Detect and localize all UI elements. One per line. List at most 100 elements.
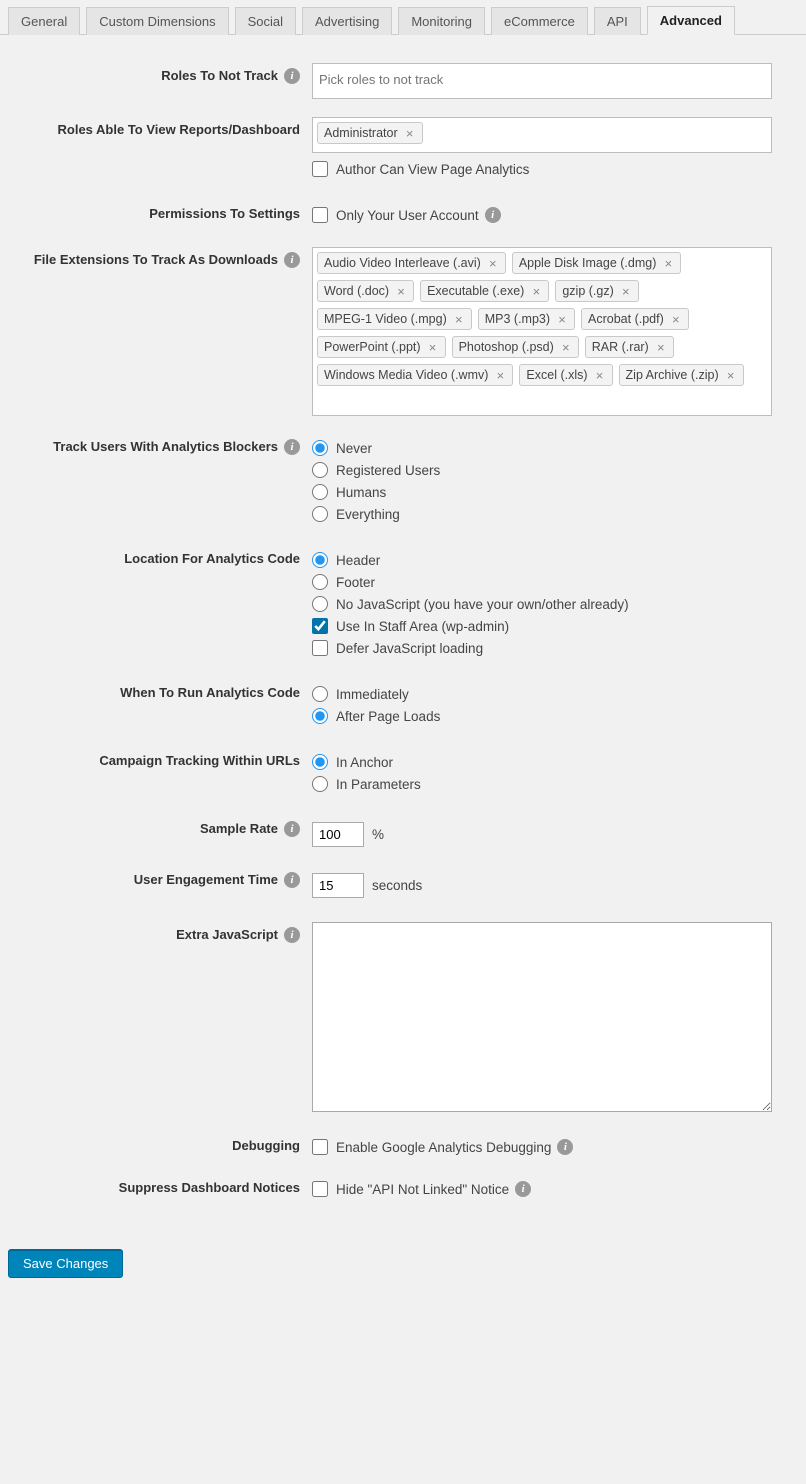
tag: Excel (.xls)× bbox=[519, 364, 612, 386]
suppress-label: Hide "API Not Linked" Notice bbox=[336, 1182, 509, 1197]
label-suppress: Suppress Dashboard Notices bbox=[119, 1179, 300, 1197]
tab-custom-dimensions[interactable]: Custom Dimensions bbox=[86, 7, 228, 35]
location-checkbox[interactable] bbox=[312, 640, 328, 656]
save-button[interactable]: Save Changes bbox=[8, 1249, 123, 1278]
label-perm-settings: Permissions To Settings bbox=[149, 205, 300, 223]
option[interactable]: In Anchor bbox=[312, 754, 796, 770]
option[interactable]: Immediately bbox=[312, 686, 796, 702]
campaign-radio[interactable] bbox=[312, 776, 328, 792]
blockers-radio[interactable] bbox=[312, 440, 328, 456]
info-icon[interactable]: i bbox=[284, 252, 300, 268]
info-icon[interactable]: i bbox=[284, 872, 300, 888]
whenrun-radio[interactable] bbox=[312, 708, 328, 724]
tab-social[interactable]: Social bbox=[235, 7, 296, 35]
tag: RAR (.rar) × bbox=[585, 336, 674, 358]
remove-tag-icon[interactable]: × bbox=[530, 285, 542, 297]
tab-monitoring[interactable]: Monitoring bbox=[398, 7, 485, 35]
tab-advertising[interactable]: Advertising bbox=[302, 7, 392, 35]
option[interactable]: No JavaScript (you have your own/other a… bbox=[312, 596, 796, 612]
option[interactable]: Use In Staff Area (wp-admin) bbox=[312, 618, 796, 634]
remove-tag-icon[interactable]: × bbox=[494, 369, 506, 381]
whenrun-radio[interactable] bbox=[312, 686, 328, 702]
extra-js-textarea[interactable] bbox=[312, 922, 772, 1112]
tab-general[interactable]: General bbox=[8, 7, 80, 35]
remove-tag-icon[interactable]: × bbox=[395, 285, 407, 297]
option[interactable]: Header bbox=[312, 552, 796, 568]
blockers-radio[interactable] bbox=[312, 462, 328, 478]
remove-tag-icon[interactable]: × bbox=[404, 127, 416, 139]
settings-panel: Roles To Not Track i Roles Able To View … bbox=[0, 35, 806, 1237]
roles-not-track-input[interactable] bbox=[317, 68, 767, 91]
option-label: Everything bbox=[336, 507, 400, 522]
tag-label: Audio Video Interleave (.avi) bbox=[324, 256, 481, 270]
option[interactable]: Never bbox=[312, 440, 796, 456]
roles-not-track-tagbox[interactable] bbox=[312, 63, 772, 99]
tag-label: Zip Archive (.zip) bbox=[626, 368, 719, 382]
option[interactable]: Humans bbox=[312, 484, 796, 500]
debug-checkbox[interactable] bbox=[312, 1139, 328, 1155]
campaign-radio[interactable] bbox=[312, 754, 328, 770]
info-icon[interactable]: i bbox=[284, 68, 300, 84]
option[interactable]: Everything bbox=[312, 506, 796, 522]
blockers-radio[interactable] bbox=[312, 484, 328, 500]
option-label: Use In Staff Area (wp-admin) bbox=[336, 619, 509, 634]
tag: Zip Archive (.zip) × bbox=[619, 364, 744, 386]
tag-label: PowerPoint (.ppt) bbox=[324, 340, 421, 354]
tab-api[interactable]: API bbox=[594, 7, 641, 35]
remove-tag-icon[interactable]: × bbox=[662, 257, 674, 269]
option-label: After Page Loads bbox=[336, 709, 440, 724]
author-view-checkbox[interactable] bbox=[312, 161, 328, 177]
suppress-checkbox[interactable] bbox=[312, 1181, 328, 1197]
file-ext-tagbox[interactable]: Audio Video Interleave (.avi)×Apple Disk… bbox=[312, 247, 772, 416]
tag: PowerPoint (.ppt) × bbox=[317, 336, 446, 358]
roles-view-tagbox[interactable]: Administrator × bbox=[312, 117, 772, 153]
sample-rate-input[interactable] bbox=[312, 822, 364, 847]
location-checkbox[interactable] bbox=[312, 618, 328, 634]
option[interactable]: After Page Loads bbox=[312, 708, 796, 724]
remove-tag-icon[interactable]: × bbox=[655, 341, 667, 353]
label-campaign: Campaign Tracking Within URLs bbox=[99, 752, 300, 770]
remove-tag-icon[interactable]: × bbox=[427, 341, 439, 353]
remove-tag-icon[interactable]: × bbox=[560, 341, 572, 353]
remove-tag-icon[interactable]: × bbox=[670, 313, 682, 325]
label-track-blockers: Track Users With Analytics Blockers bbox=[53, 438, 278, 456]
blockers-radio[interactable] bbox=[312, 506, 328, 522]
tag: Apple Disk Image (.dmg)× bbox=[512, 252, 682, 274]
info-icon[interactable]: i bbox=[557, 1139, 573, 1155]
tag: MP3 (.mp3)× bbox=[478, 308, 575, 330]
option[interactable]: Footer bbox=[312, 574, 796, 590]
remove-tag-icon[interactable]: × bbox=[725, 369, 737, 381]
label-roles-not-track: Roles To Not Track bbox=[161, 67, 278, 85]
label-when-run: When To Run Analytics Code bbox=[120, 684, 300, 702]
location-radio[interactable] bbox=[312, 596, 328, 612]
info-icon[interactable]: i bbox=[485, 207, 501, 223]
debug-label: Enable Google Analytics Debugging bbox=[336, 1140, 551, 1155]
remove-tag-icon[interactable]: × bbox=[487, 257, 499, 269]
info-icon[interactable]: i bbox=[284, 439, 300, 455]
engagement-input[interactable] bbox=[312, 873, 364, 898]
tag-label: Administrator bbox=[324, 126, 398, 140]
tag: Administrator × bbox=[317, 122, 423, 144]
tag-label: RAR (.rar) bbox=[592, 340, 649, 354]
info-icon[interactable]: i bbox=[284, 821, 300, 837]
roles-view-input[interactable] bbox=[429, 122, 767, 145]
only-your-account-checkbox[interactable] bbox=[312, 207, 328, 223]
file-ext-input[interactable] bbox=[317, 392, 767, 415]
tab-advanced[interactable]: Advanced bbox=[647, 6, 735, 35]
tab-ecommerce[interactable]: eCommerce bbox=[491, 7, 588, 35]
tag-label: MPEG-1 Video (.mpg) bbox=[324, 312, 447, 326]
remove-tag-icon[interactable]: × bbox=[594, 369, 606, 381]
option[interactable]: Registered Users bbox=[312, 462, 796, 478]
option[interactable]: In Parameters bbox=[312, 776, 796, 792]
remove-tag-icon[interactable]: × bbox=[556, 313, 568, 325]
location-radio[interactable] bbox=[312, 552, 328, 568]
info-icon[interactable]: i bbox=[515, 1181, 531, 1197]
remove-tag-icon[interactable]: × bbox=[620, 285, 632, 297]
location-radio[interactable] bbox=[312, 574, 328, 590]
option-label: In Anchor bbox=[336, 755, 393, 770]
option[interactable]: Defer JavaScript loading bbox=[312, 640, 796, 656]
remove-tag-icon[interactable]: × bbox=[453, 313, 465, 325]
info-icon[interactable]: i bbox=[284, 927, 300, 943]
tag-label: Acrobat (.pdf) bbox=[588, 312, 664, 326]
tag-label: gzip (.gz) bbox=[562, 284, 613, 298]
